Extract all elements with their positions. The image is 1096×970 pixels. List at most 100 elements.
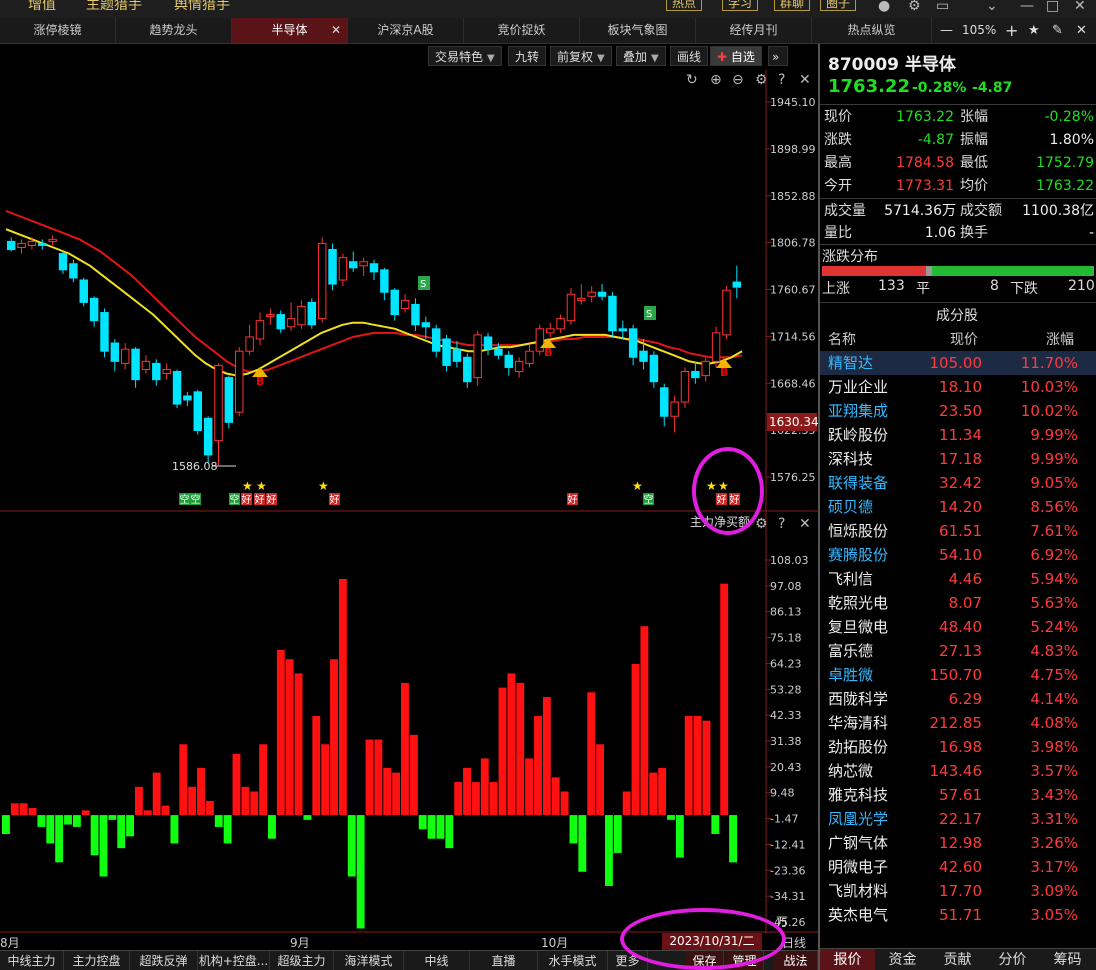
tab-label: 沪深京A股 <box>377 23 434 37</box>
strategy-tab[interactable]: 水手模式 <box>538 951 608 970</box>
nav-theme-hunter[interactable]: 主题猎手 <box>86 0 142 14</box>
quote-label: 成交额 <box>960 203 1002 219</box>
net-buy-bar <box>622 791 631 816</box>
more-chevron-icon[interactable]: » <box>768 46 788 66</box>
component-row[interactable]: 精智达 105.00 11.70% <box>820 351 1096 375</box>
component-row[interactable]: 雅克科技 57.61 3.43% <box>820 783 1096 807</box>
component-row[interactable]: 富乐德 27.13 4.83% <box>820 639 1096 663</box>
indicator-close-icon[interactable]: ✕ <box>799 516 811 532</box>
col-name-header[interactable]: 名称 <box>828 329 856 349</box>
component-row[interactable]: 联得装备 32.42 9.05% <box>820 471 1096 495</box>
net-buy-bar <box>649 772 658 816</box>
component-pct: 3.98% <box>1030 738 1078 756</box>
component-row[interactable]: 亚翔集成 23.50 10.02% <box>820 399 1096 423</box>
indicator-settings-icon[interactable]: ⚙ <box>755 516 768 532</box>
indicator-tick-label: 9.48 <box>770 787 795 800</box>
net-buy-bar <box>170 815 179 844</box>
component-row[interactable]: 西陇科学 6.29 4.14% <box>820 687 1096 711</box>
strategy-tab[interactable]: 超级主力 <box>270 951 334 970</box>
user-icon[interactable]: ● <box>878 0 890 14</box>
strategy-tab[interactable]: 机构+控盘... <box>198 951 270 970</box>
tab-trend-leader[interactable]: 趋势龙头 <box>116 18 232 43</box>
component-row[interactable]: 卓胜微 150.70 4.75% <box>820 663 1096 687</box>
strategy-tab[interactable]: 超跌反弹 <box>130 951 198 970</box>
component-row[interactable]: 复旦微电 48.40 5.24% <box>820 615 1096 639</box>
tab-sector-weather[interactable]: 板块气象图 <box>580 18 696 43</box>
component-row[interactable]: 万业企业 18.10 10.03% <box>820 375 1096 399</box>
nine-turn-button[interactable]: 九转 <box>508 46 547 66</box>
indicator-tick-label: 42.33 <box>770 709 802 722</box>
component-row[interactable]: 劲拓股份 16.98 3.98% <box>820 735 1096 759</box>
tab-chips[interactable]: 筹码 <box>1040 949 1095 970</box>
tab-quote[interactable]: 报价 <box>820 949 875 970</box>
strategy-tab[interactable]: 中线主力 <box>0 951 64 970</box>
component-row[interactable]: 纳芯微 143.46 3.57% <box>820 759 1096 783</box>
chevron-down-icon[interactable]: ⌄ <box>986 0 998 14</box>
candle-body <box>369 263 379 273</box>
component-row[interactable]: 飞凯材料 17.70 3.09% <box>820 879 1096 903</box>
tab-semiconductor[interactable]: 半导体 ✕ <box>232 18 348 43</box>
circle-button[interactable]: 圈子 <box>820 0 857 11</box>
zoom-in-icon[interactable]: + <box>1005 18 1018 43</box>
component-row[interactable]: 广钢气体 12.98 3.26% <box>820 831 1096 855</box>
quote-value: 1773.31 <box>896 178 954 194</box>
group-chat-button[interactable]: 群聊 <box>774 0 811 11</box>
window-icon[interactable]: ▭ <box>936 0 949 14</box>
study-button[interactable]: 学习 <box>722 0 759 11</box>
component-row[interactable]: 华海清科 212.85 4.08% <box>820 711 1096 735</box>
strategy-tab[interactable]: 主力控盘 <box>64 951 130 970</box>
strategy-tab[interactable]: 中线 <box>404 951 470 970</box>
tab-limit-up-prism[interactable]: 涨停棱镜 <box>0 18 116 43</box>
hot-button[interactable]: 热点 <box>666 0 703 11</box>
tactics-button[interactable]: 战法 <box>774 951 818 970</box>
tab-contribution[interactable]: 贡献 <box>930 949 985 970</box>
nav-sentiment-hunter[interactable]: 舆情猎手 <box>174 0 230 14</box>
tab-close-icon[interactable]: ✕ <box>331 18 341 43</box>
close-icon[interactable]: ✕ <box>1074 0 1086 14</box>
component-row[interactable]: 恒烁股份 61.51 7.61% <box>820 519 1096 543</box>
zoom-out-icon[interactable]: — <box>940 18 953 43</box>
tab-funds[interactable]: 资金 <box>875 949 930 970</box>
component-row[interactable]: 赛腾股份 54.10 6.92% <box>820 543 1096 567</box>
component-row[interactable]: 跃岭股份 11.34 9.99% <box>820 423 1096 447</box>
candle-body <box>701 360 710 377</box>
tab-monthly[interactable]: 经传月刊 <box>696 18 812 43</box>
component-row[interactable]: 凤凰光学 22.17 3.31% <box>820 807 1096 831</box>
minimize-icon[interactable]: — <box>1020 0 1034 14</box>
draw-line-button[interactable]: 画线 <box>670 46 709 66</box>
net-buy-bar <box>569 815 578 844</box>
component-row[interactable]: 飞利信 4.46 5.94% <box>820 567 1096 591</box>
strategy-tab[interactable]: 海洋模式 <box>334 951 404 970</box>
tab-close-all-icon[interactable]: ✕ <box>1076 18 1087 43</box>
component-name: 恒烁股份 <box>828 522 889 540</box>
tab-hot-overview[interactable]: 热点纵览 <box>812 18 932 43</box>
adjust-dropdown[interactable]: 前复权 ▼ <box>550 46 612 66</box>
top-strip: 增值 主题猎手 舆情猎手 热点 学习 群聊 圈子 ● ⚙ ▭ ⌄ — □ ✕ <box>0 0 1096 18</box>
star-icon[interactable]: ★ <box>1028 18 1040 43</box>
component-row[interactable]: 硕贝德 14.20 8.56% <box>820 495 1096 519</box>
tab-auction[interactable]: 竞价捉妖 <box>464 18 580 43</box>
component-row[interactable]: 英杰电气 51.71 3.05% <box>820 903 1096 927</box>
col-pct-header[interactable]: 涨幅 <box>1046 329 1074 349</box>
maximize-icon[interactable]: □ <box>1046 0 1059 14</box>
tab-price-distribution[interactable]: 分价 <box>985 949 1040 970</box>
strategy-tab[interactable]: 直播 <box>470 951 538 970</box>
overlay-dropdown[interactable]: 叠加 ▼ <box>616 46 666 66</box>
nav-zengzhi[interactable]: 增值 <box>28 0 56 14</box>
component-row[interactable]: 深科技 17.18 9.99% <box>820 447 1096 471</box>
col-price-header[interactable]: 现价 <box>950 329 978 349</box>
quote-value: 1763.22 <box>896 109 954 125</box>
component-row[interactable]: 明微电子 42.60 3.17% <box>820 855 1096 879</box>
net-buy-bar <box>658 767 667 816</box>
trade-feature-dropdown[interactable]: 交易特色 ▼ <box>428 46 502 66</box>
gear-icon[interactable]: ⚙ <box>908 0 921 14</box>
quote-label: 均价 <box>960 178 988 194</box>
add-favorite-button[interactable]: ✚ 自选 <box>710 46 762 66</box>
indicator-help-icon[interactable]: ? <box>778 516 785 532</box>
component-row[interactable]: 乾照光电 8.07 5.63% <box>820 591 1096 615</box>
tab-a-shares[interactable]: 沪深京A股 <box>348 18 464 43</box>
pen-icon[interactable]: ✎ <box>1052 18 1063 43</box>
price-tick-label: 1760.67 <box>770 284 816 297</box>
divider <box>820 244 1096 245</box>
net-buy-bar <box>587 692 596 816</box>
